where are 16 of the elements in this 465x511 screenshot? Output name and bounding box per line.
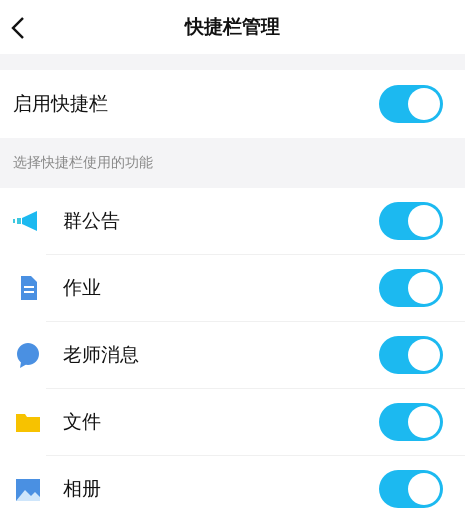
picture-icon xyxy=(13,476,43,502)
feature-label: 文件 xyxy=(63,410,102,435)
toggle-switch[interactable] xyxy=(379,403,443,441)
toggle-switch[interactable] xyxy=(379,470,443,508)
feature-label: 老师消息 xyxy=(63,342,140,368)
back-icon[interactable] xyxy=(10,15,26,39)
page-title: 快捷栏管理 xyxy=(185,14,280,40)
toggle-switch[interactable] xyxy=(379,202,443,240)
feature-label: 相册 xyxy=(63,476,102,502)
feature-label: 群公告 xyxy=(63,208,121,234)
toggle-switch[interactable] xyxy=(379,269,443,307)
section-label: 选择快捷栏使用的功能 xyxy=(13,154,153,172)
feature-label: 作业 xyxy=(63,276,102,301)
setting-label: 启用快捷栏 xyxy=(13,92,108,117)
toggle-switch[interactable] xyxy=(379,85,443,123)
toggle-switch[interactable] xyxy=(379,336,443,374)
